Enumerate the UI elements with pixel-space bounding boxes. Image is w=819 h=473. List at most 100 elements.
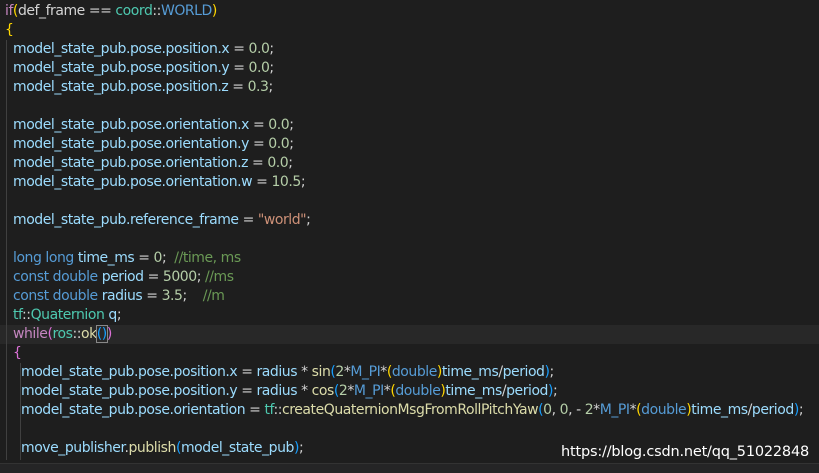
code-token: time_ms <box>441 364 499 380</box>
code-token: () <box>95 325 108 343</box>
code-token: ; <box>162 250 175 266</box>
code-token: double <box>395 383 441 399</box>
code-token: WORLD <box>160 3 212 19</box>
code-token: move_publisher <box>5 440 125 456</box>
code-token: ; <box>269 41 274 57</box>
code-token: = <box>237 383 257 399</box>
code-line: const double period = 5000; //ms <box>5 268 234 287</box>
code-editor[interactable]: if(def_frame == coord::WORLD){ model_sta… <box>0 0 819 462</box>
code-token: * <box>297 364 312 380</box>
code-token: ; <box>300 174 306 190</box>
code-token: 0.0 <box>268 117 290 133</box>
code-token: 0.0 <box>248 60 270 76</box>
code-token: * <box>297 383 312 399</box>
code-token: :: <box>22 307 31 323</box>
code-line: model_state_pub.pose.orientation.y = 0.0… <box>5 135 294 154</box>
code-token: createQuaternionMsgFromRollPitchYaw <box>282 402 539 418</box>
code-token: = <box>248 117 269 133</box>
code-token: period <box>502 364 545 380</box>
code-token: coord <box>115 3 153 19</box>
code-token: radius <box>256 364 298 380</box>
code-token: model_state_pub.pose.position.x <box>5 41 230 57</box>
code-token: //m <box>202 288 225 304</box>
code-line: model_state_pub.pose.orientation.w = 10.… <box>5 173 306 192</box>
code-token: = <box>228 79 248 95</box>
code-token: model_state_pub.pose.orientation <box>5 402 246 418</box>
code-token: sin <box>311 364 331 380</box>
code-token: 0.0 <box>248 41 270 57</box>
code-token: 0.0 <box>267 155 289 171</box>
code-token: 3.5 <box>161 288 183 304</box>
code-token: model_state_pub.pose.position.x <box>5 364 238 380</box>
code-token: = <box>237 364 257 380</box>
code-token: ok <box>81 326 97 342</box>
code-token: Quaternion <box>30 307 105 323</box>
code-token: , - <box>568 402 585 418</box>
code-line: model_state_pub.pose.position.x = radius… <box>5 363 554 382</box>
code-token: const double <box>5 288 102 304</box>
code-token: q <box>104 307 117 323</box>
code-token: == <box>84 3 116 19</box>
code-line: model_state_pub.pose.position.y = radius… <box>5 382 558 401</box>
code-token: 0 <box>543 402 552 418</box>
code-token: :: <box>273 402 283 418</box>
code-token: 10.5 <box>271 174 301 190</box>
code-token: tf <box>5 307 23 323</box>
code-token: while <box>5 326 48 342</box>
code-line: model_state_pub.pose.position.y = 0.0; <box>5 59 274 78</box>
code-line: { <box>5 21 14 40</box>
code-token: model_state_pub.pose.orientation.x <box>5 117 249 133</box>
code-token: = <box>252 174 272 190</box>
code-token: def_frame <box>17 3 85 19</box>
code-line: model_state_pub.reference_frame = "world… <box>5 211 311 230</box>
code-token: M_PI <box>353 383 384 399</box>
code-token: ; <box>269 60 274 76</box>
code-line: tf::Quaternion q; <box>5 306 122 325</box>
code-token: ros <box>52 326 73 342</box>
code-token: 2 <box>584 402 594 418</box>
code-token: radius <box>101 288 143 304</box>
code-token: M_PI <box>599 402 630 418</box>
code-token: period <box>101 269 144 285</box>
code-line: model_state_pub.pose.orientation.z = 0.0… <box>5 154 293 173</box>
code-token: period <box>506 383 548 399</box>
code-token: model_state_pub.pose.position.y <box>5 60 230 76</box>
code-token: const double <box>5 269 102 285</box>
code-token: model_state_pub.pose.orientation.y <box>5 136 249 152</box>
watermark-url: https://blog.csdn.net/qq_51022848 <box>561 444 809 460</box>
code-token: cos <box>311 383 335 399</box>
code-token: = <box>229 60 249 76</box>
code-line: long long time_ms = 0; //time, ms <box>5 249 241 268</box>
code-token: period <box>751 402 794 418</box>
code-token: :: <box>152 3 161 19</box>
code-token: //time, ms <box>174 250 241 266</box>
code-line: const double radius = 3.5; //m <box>5 287 225 306</box>
code-token: radius <box>256 383 298 399</box>
code-token: = <box>248 155 268 171</box>
code-token: model_state_pub.pose.position.z <box>5 79 229 95</box>
code-token: 0.0 <box>268 136 290 152</box>
code-token: 0 <box>153 250 163 266</box>
code-token: double <box>391 364 437 380</box>
code-token: model_state_pub.pose.orientation.z <box>5 155 249 171</box>
code-token: if <box>5 3 13 19</box>
code-token: time_ms <box>691 402 748 418</box>
code-token: { <box>5 345 22 361</box>
code-token: M_PI <box>350 364 381 380</box>
code-token: = <box>142 288 162 304</box>
code-token: 2 <box>335 364 344 380</box>
code-token: 0 <box>559 402 569 418</box>
code-token: publish <box>128 440 177 456</box>
code-token: = <box>238 212 258 228</box>
code-token: :: <box>72 326 81 342</box>
code-token: 0.3 <box>247 79 269 95</box>
code-line: model_state_pub.pose.orientation.x = 0.0… <box>5 116 294 135</box>
current-line-highlight <box>0 325 819 344</box>
code-token: ) <box>211 3 217 19</box>
code-token: long long <box>5 250 78 266</box>
code-token: ; <box>288 155 293 171</box>
code-token: = <box>134 250 154 266</box>
code-token: , <box>551 402 560 418</box>
code-token: ; <box>182 288 203 304</box>
code-token: ; <box>553 383 558 399</box>
